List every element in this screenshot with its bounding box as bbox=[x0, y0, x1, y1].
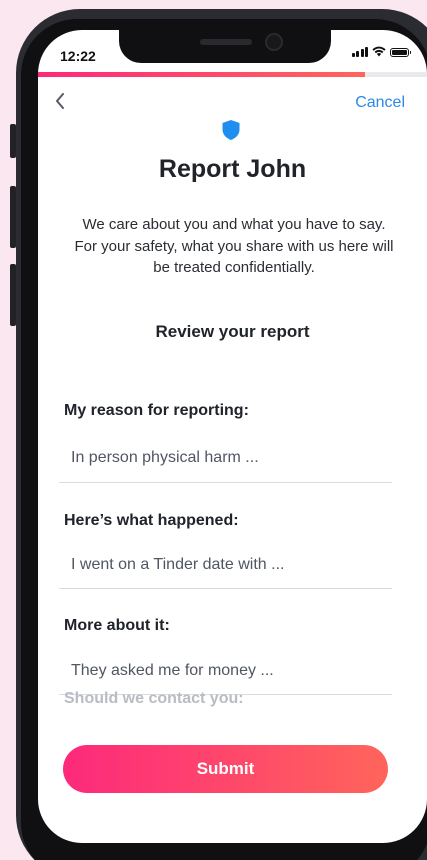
battery-icon bbox=[390, 48, 411, 57]
front-camera bbox=[265, 33, 283, 51]
signal-icon bbox=[351, 46, 368, 57]
contact-label: Should we contact you: bbox=[64, 690, 244, 707]
divider bbox=[59, 482, 392, 483]
page-title: Report John bbox=[158, 155, 307, 183]
happened-label: Here’s what happened: bbox=[64, 512, 239, 529]
reason-value[interactable]: In person physical harm ... bbox=[71, 449, 259, 467]
progress-fill bbox=[38, 72, 365, 77]
happened-value[interactable]: I went on a Tinder date with ... bbox=[71, 556, 284, 574]
intro-text: We care about you and what you have to s… bbox=[74, 216, 394, 276]
more-label: More about it: bbox=[64, 617, 170, 634]
speaker-grille bbox=[200, 39, 252, 45]
more-value[interactable]: They asked me for money ... bbox=[71, 662, 274, 680]
page: 12:22 Cancel Report John We care about y… bbox=[0, 0, 427, 860]
phone-screen: 12:22 Cancel Report John We care about y… bbox=[38, 30, 427, 843]
wifi-icon bbox=[372, 46, 386, 57]
submit-button[interactable]: Submit bbox=[63, 745, 388, 793]
shield-icon bbox=[222, 120, 240, 140]
status-icons bbox=[351, 46, 411, 57]
cancel-button[interactable]: Cancel bbox=[355, 94, 405, 112]
review-heading: Review your report bbox=[155, 322, 310, 341]
chevron-left-icon bbox=[56, 93, 64, 109]
reason-label: My reason for reporting: bbox=[64, 402, 249, 419]
back-button[interactable] bbox=[50, 90, 70, 112]
divider bbox=[59, 588, 392, 589]
status-time: 12:22 bbox=[60, 48, 96, 64]
progress-bar bbox=[38, 72, 427, 77]
notch bbox=[119, 30, 331, 63]
